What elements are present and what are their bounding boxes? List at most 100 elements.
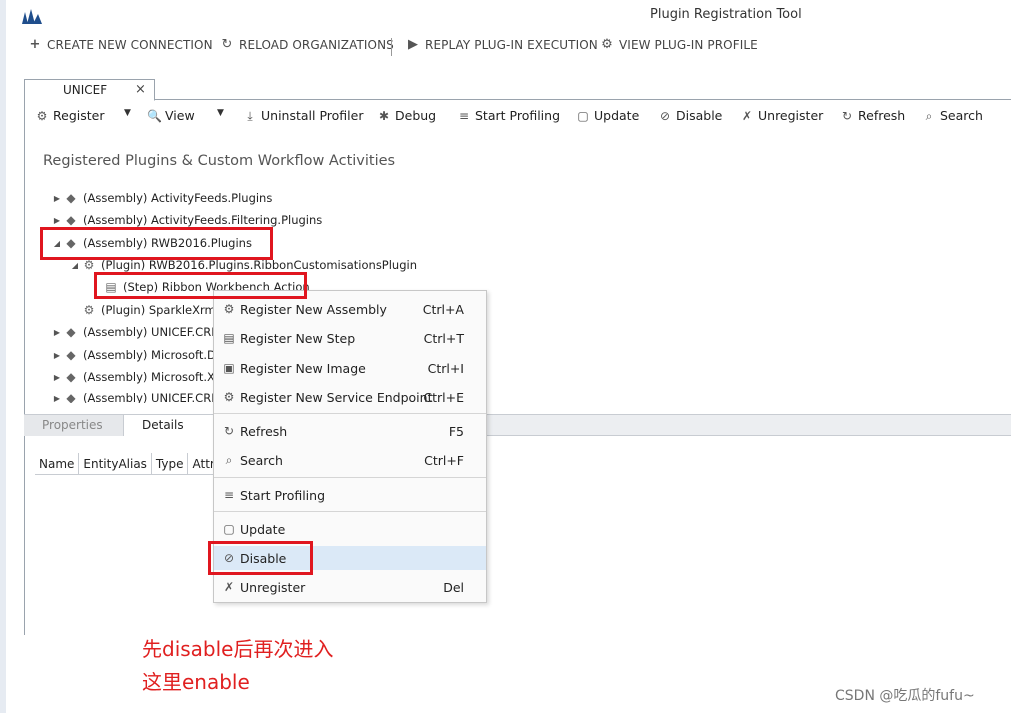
menu-item-refresh[interactable]: ↻ Refresh F5: [214, 419, 486, 443]
profiling-icon: ≡: [458, 108, 470, 123]
play-icon: ▶: [407, 37, 419, 52]
tab-unicef[interactable]: UNICEF ×: [24, 79, 155, 101]
caret-down-icon: ▼: [217, 108, 224, 118]
search-button[interactable]: ⌕ Search: [922, 108, 983, 123]
assembly-icon: ◆: [66, 348, 76, 362]
profile-icon: ⚙: [601, 37, 613, 52]
create-new-connection-button[interactable]: + CREATE NEW CONNECTION: [28, 37, 213, 53]
collapse-arrow-icon[interactable]: ◢: [50, 239, 64, 248]
replay-plugin-execution-button[interactable]: ▶ REPLAY PLUG-IN EXECUTION: [406, 37, 598, 53]
context-menu: ⚙ Register New Assembly Ctrl+A ▤ Registe…: [213, 290, 487, 603]
assembly-add-icon: ⚙: [223, 302, 235, 316]
tree-node-plugin[interactable]: ◢ ⚙ (Plugin) RWB2016.Plugins.RibbonCusto…: [68, 255, 417, 275]
tree-node-assembly-rwb2016[interactable]: ◢ ◆ (Assembly) RWB2016.Plugins: [50, 233, 252, 253]
view-icon: 🔍: [147, 108, 162, 123]
start-profiling-button[interactable]: ≡ Start Profiling: [457, 108, 560, 123]
details-grid-header: Name EntityAlias Type Attr: [35, 453, 219, 475]
unregister-icon: ✗: [741, 108, 753, 123]
uninstall-icon: ⤓: [247, 108, 253, 123]
menu-item-register-new-image[interactable]: ▣ Register New Image Ctrl+I: [214, 356, 486, 380]
expand-arrow-icon[interactable]: ▶: [50, 216, 64, 225]
view-button[interactable]: 🔍 View: [147, 108, 195, 123]
plugin-icon: ⚙: [83, 258, 95, 272]
register-icon: ⚙: [36, 108, 48, 123]
tree-node-assembly[interactable]: ▶ ◆ (Assembly) ActivityFeeds.Plugins: [50, 188, 272, 208]
register-dropdown[interactable]: ▼: [124, 108, 131, 118]
section-title: Registered Plugins & Custom Workflow Act…: [43, 153, 396, 169]
window-title: Plugin Registration Tool: [650, 7, 802, 22]
step-icon: ▤: [105, 280, 117, 294]
menu-item-start-profiling[interactable]: ≡ Start Profiling: [214, 483, 486, 507]
content-frame-border: [24, 100, 25, 635]
tab-strip: [24, 79, 1011, 100]
register-button[interactable]: ⚙ Register: [35, 108, 105, 123]
assembly-icon: ◆: [66, 191, 76, 205]
expand-arrow-icon[interactable]: ▶: [50, 394, 64, 403]
register-step-icon: ▤: [223, 331, 235, 345]
unregister-icon: ✗: [223, 580, 235, 594]
menu-separator: [214, 477, 486, 478]
expand-arrow-icon[interactable]: ▶: [50, 373, 64, 382]
collapse-arrow-icon[interactable]: ◢: [68, 261, 82, 270]
menu-item-update[interactable]: ▢ Update: [214, 517, 486, 541]
search-icon: ⌕: [925, 108, 933, 123]
profiling-icon: ≡: [223, 488, 235, 502]
close-icon[interactable]: ×: [135, 82, 146, 97]
assembly-icon: ◆: [66, 325, 76, 339]
uninstall-profiler-button[interactable]: ⤓ Uninstall Profiler: [243, 108, 363, 123]
assembly-icon: ◆: [66, 236, 76, 250]
tree-node-assembly[interactable]: ▶ ◆ (Assembly) UNICEF.CRM: [50, 322, 221, 342]
refresh-icon: ↻: [841, 108, 853, 123]
expand-arrow-icon[interactable]: ▶: [50, 194, 64, 203]
plus-icon: +: [29, 37, 41, 52]
toolbar-divider: [391, 38, 392, 56]
tab-label: UNICEF: [63, 83, 108, 97]
expand-arrow-icon[interactable]: ▶: [50, 351, 64, 360]
assembly-icon: ◆: [66, 213, 76, 227]
reload-organizations-button[interactable]: ↻ RELOAD ORGANIZATIONS: [220, 37, 394, 53]
view-plugin-profile-button[interactable]: ⚙ VIEW PLUG-IN PROFILE: [600, 37, 758, 53]
tree-node-assembly[interactable]: ▶ ◆ (Assembly) ActivityFeeds.Filtering.P…: [50, 210, 322, 230]
search-icon: ⌕: [225, 453, 233, 467]
refresh-icon: ↻: [223, 424, 235, 438]
menu-item-register-new-step[interactable]: ▤ Register New Step Ctrl+T: [214, 326, 486, 350]
column-header-entity-alias[interactable]: EntityAlias: [79, 453, 152, 474]
dynamics-logo-icon: [22, 9, 42, 24]
disable-button[interactable]: ⊘ Disable: [658, 108, 722, 123]
menu-item-disable[interactable]: ⊘ Disable: [214, 546, 486, 570]
column-header-name[interactable]: Name: [35, 453, 80, 474]
annotation-line-2: 这里enable: [142, 670, 250, 694]
assembly-icon: ◆: [66, 391, 76, 403]
disable-icon: ⊘: [659, 108, 671, 123]
tree-node-assembly[interactable]: ▶ ◆ (Assembly) Microsoft.D: [50, 345, 216, 365]
unregister-button[interactable]: ✗ Unregister: [740, 108, 823, 123]
update-icon: ▢: [223, 522, 235, 536]
detail-tabs: Properties Details: [24, 414, 1011, 436]
tree-node-plugin[interactable]: ⚙ (Plugin) SparkleXrm: [82, 300, 216, 320]
menu-item-search[interactable]: ⌕ Search Ctrl+F: [214, 448, 486, 472]
tab-properties[interactable]: Properties: [24, 415, 124, 436]
refresh-button[interactable]: ↻ Refresh: [840, 108, 905, 123]
annotation-line-1: 先disable后再次进入: [142, 637, 334, 661]
left-edge-strip: [0, 0, 6, 713]
endpoint-icon: ⚙: [223, 390, 235, 404]
view-dropdown[interactable]: ▼: [217, 108, 224, 118]
reload-icon: ↻: [221, 37, 233, 52]
caret-down-icon: ▼: [124, 108, 131, 118]
update-button[interactable]: ▢ Update: [576, 108, 639, 123]
menu-item-register-new-assembly[interactable]: ⚙ Register New Assembly Ctrl+A: [214, 297, 486, 321]
menu-item-register-new-service-endpoint[interactable]: ⚙ Register New Service Endpoint Ctrl+E: [214, 385, 486, 409]
menu-item-unregister[interactable]: ✗ Unregister Del: [214, 575, 486, 599]
image-icon: ▣: [223, 361, 235, 375]
debug-icon: ✱: [378, 108, 390, 123]
column-header-type[interactable]: Type: [152, 453, 189, 474]
assembly-icon: ◆: [66, 370, 76, 384]
disable-icon: ⊘: [223, 551, 235, 565]
update-icon: ▢: [577, 108, 589, 123]
tree-node-assembly[interactable]: ▶ ◆ (Assembly) UNICEF.CRM: [50, 388, 221, 403]
debug-button[interactable]: ✱ Debug: [377, 108, 436, 123]
tree-node-assembly[interactable]: ▶ ◆ (Assembly) Microsoft.X: [50, 367, 215, 387]
plugin-icon: ⚙: [83, 303, 95, 317]
expand-arrow-icon[interactable]: ▶: [50, 328, 64, 337]
menu-separator: [214, 511, 486, 512]
